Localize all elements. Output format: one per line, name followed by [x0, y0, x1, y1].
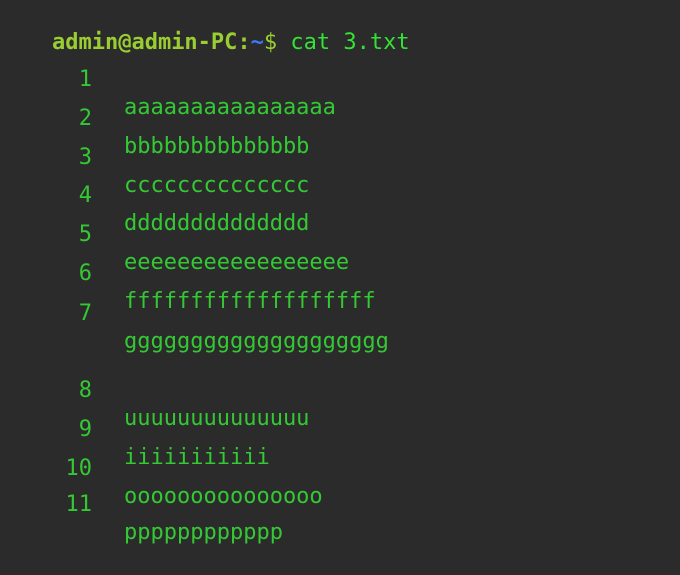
line-text: gggggggggggggggggggg [124, 329, 389, 354]
output-line: 5 eeeeeeeeeeeeeeeee [0, 193, 349, 275]
output-line-blank [0, 311, 53, 339]
prompt-user-host: admin@admin-PC [51, 30, 238, 55]
output-line: 1 aaaaaaaaaaaaaaaa [0, 38, 336, 120]
output-line: 2 bbbbbbbbbbbbbb [0, 77, 310, 159]
prompt-command: cat 3.txt [277, 30, 410, 55]
line-text: pppppppppppp [124, 520, 283, 545]
terminal-window[interactable]: admin@admin-PC:~$ cat 3.txt 1 aaaaaaaaaa… [0, 0, 680, 545]
line-text: aaaaaaaaaaaaaaaa [124, 95, 336, 120]
output-line: 3 cccccccccccccc [0, 116, 310, 198]
line-text: iiiiiiiiiii [124, 445, 270, 470]
line-text: cccccccccccccc [124, 173, 310, 198]
output-line: 8 uuuuuuuuuuuuuu [0, 349, 310, 431]
output-line: 9 iiiiiiiiiii [0, 388, 270, 470]
line-text: ooooooooooooooo [124, 484, 323, 509]
output-line: 10 ooooooooooooooo [0, 427, 323, 509]
line-text: eeeeeeeeeeeeeeeee [124, 250, 350, 275]
output-line: 7 gggggggggggggggggggg [0, 272, 389, 354]
shell-prompt: admin@admin-PC:~$ cat 3.txt [0, 1, 410, 55]
output-line: 11 pppppppppppp [0, 463, 283, 545]
line-text: dddddddddddddd [124, 211, 310, 236]
output-line: 6 fffffffffffffffffff [0, 232, 376, 314]
prompt-dollar: $ [263, 30, 278, 55]
prompt-colon: : [237, 30, 251, 55]
line-text: fffffffffffffffffff [124, 289, 376, 314]
line-text: uuuuuuuuuuuuuu [124, 406, 310, 431]
prompt-path: ~ [250, 30, 264, 55]
line-text: bbbbbbbbbbbbbb [124, 134, 310, 159]
line-number: 11 [65, 492, 93, 517]
output-line: 4 dddddddddddddd [0, 154, 310, 236]
